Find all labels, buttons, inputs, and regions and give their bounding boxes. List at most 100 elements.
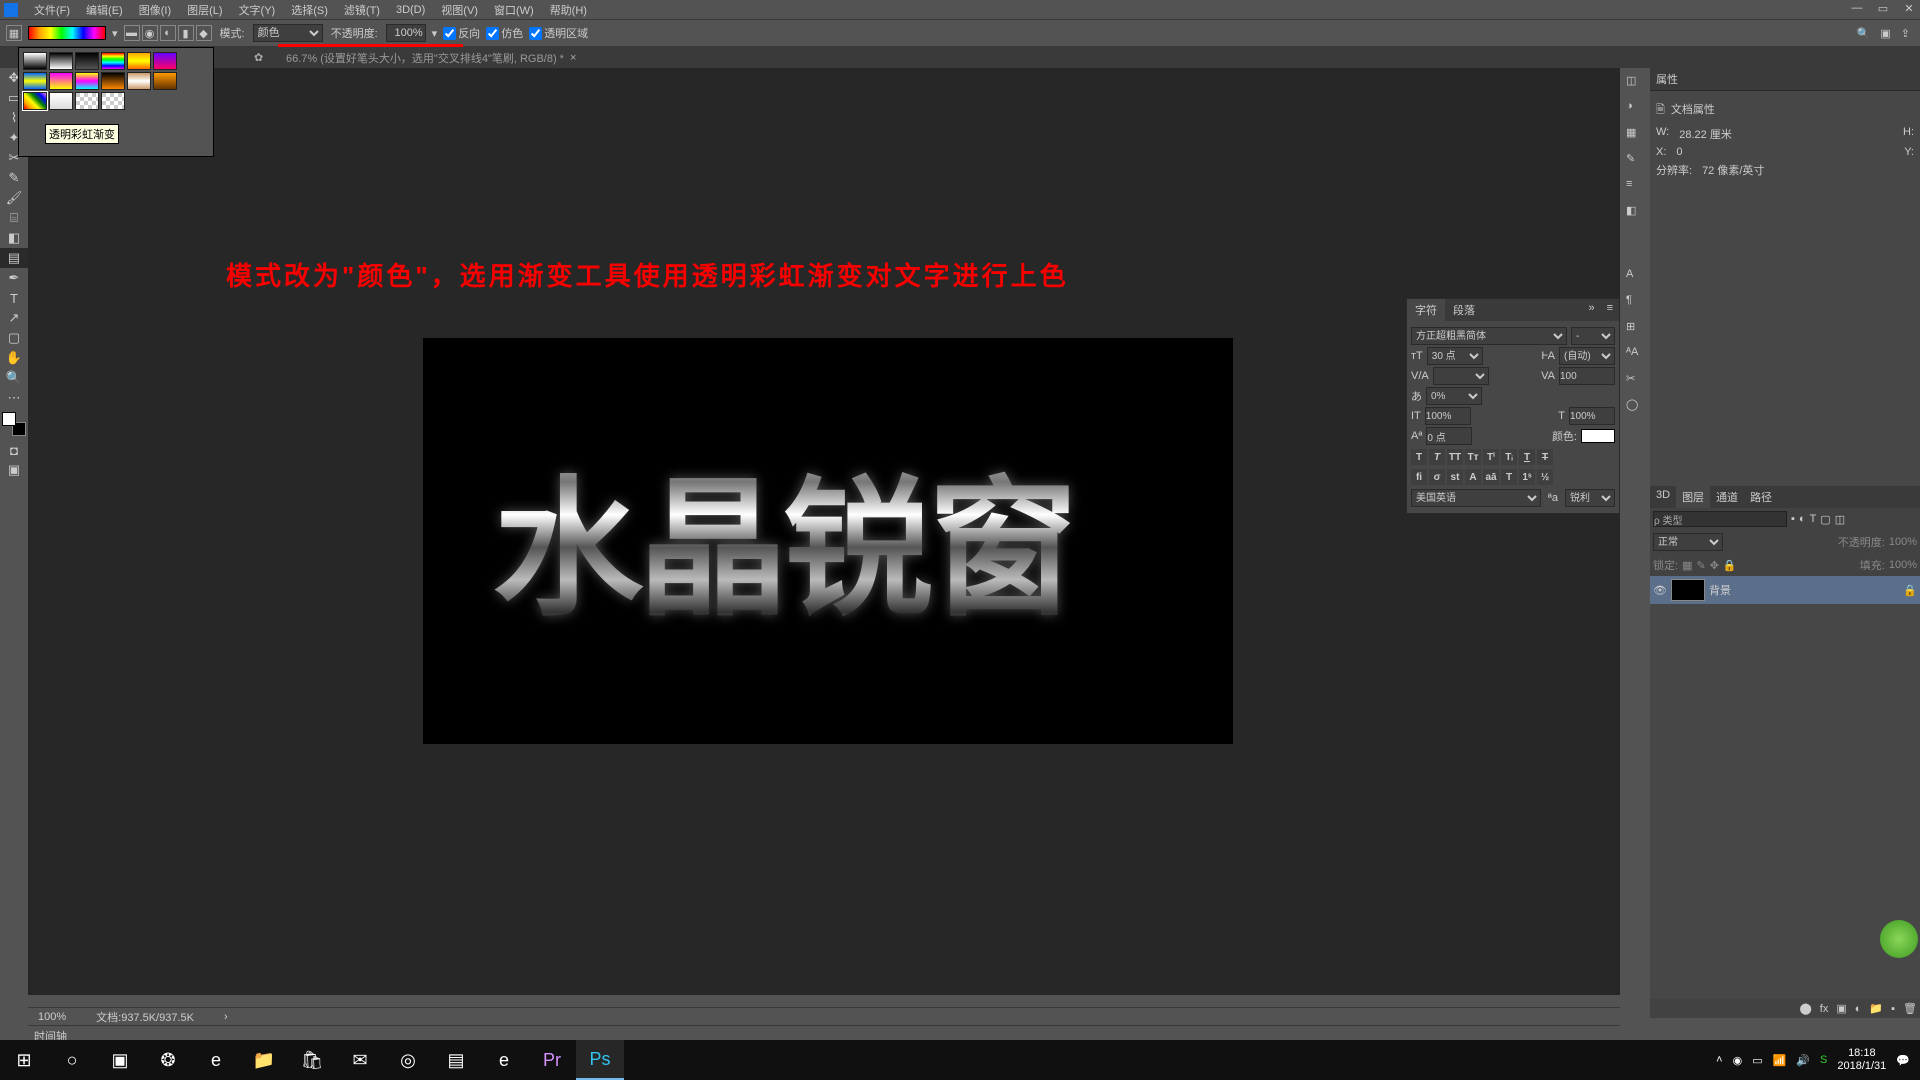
color-swatch[interactable] [2, 412, 26, 436]
half-button[interactable]: ½ [1537, 469, 1553, 485]
lock-pos-icon[interactable]: ✥ [1710, 559, 1719, 572]
store-icon[interactable]: 🛍 [288, 1040, 336, 1080]
menu-select[interactable]: 选择(S) [283, 0, 336, 20]
gradient-picker-arrow-icon[interactable]: ▾ [112, 27, 118, 40]
quickmask-icon[interactable]: ◘ [0, 440, 28, 460]
smallcaps-button[interactable]: Tᴛ [1465, 449, 1481, 465]
zoom-level[interactable]: 100% [38, 1011, 66, 1023]
menu-view[interactable]: 视图(V) [433, 0, 486, 20]
path-tool-icon[interactable]: ↗ [0, 308, 28, 328]
window-close-icon[interactable]: ✕ [1902, 2, 1916, 15]
fx-icon[interactable]: fx [1820, 1003, 1829, 1015]
edge-icon[interactable]: e [192, 1040, 240, 1080]
font-style-select[interactable]: - [1571, 327, 1615, 345]
shift-input[interactable] [1426, 427, 1472, 445]
char-panel-icon[interactable]: A [1626, 268, 1644, 286]
transparency-checkbox[interactable]: 透明区域 [529, 25, 588, 41]
preset-swatch[interactable] [153, 72, 177, 90]
history-panel-icon[interactable]: ◫ [1626, 74, 1644, 92]
tray-clock[interactable]: 18:182018/1/31 [1837, 1047, 1886, 1073]
assistant-badge-icon[interactable] [1880, 920, 1918, 958]
document-tab[interactable]: 66.7% (设置好笔头大小，选用"交叉排线4"笔刷, RGB/8) * × [280, 50, 582, 66]
search-icon[interactable]: 🔍 [1857, 27, 1871, 40]
tray-battery-icon[interactable]: ▭ [1752, 1054, 1762, 1067]
gradient-preview[interactable] [28, 26, 106, 40]
preset-swatch[interactable] [127, 72, 151, 90]
language-select[interactable]: 美国英语 [1411, 489, 1541, 507]
filter-type-icon[interactable]: T [1810, 513, 1817, 525]
super-button[interactable]: Tⁱ [1483, 449, 1499, 465]
window-minimize-icon[interactable]: — [1850, 2, 1864, 15]
leading-select[interactable]: (自动) [1559, 347, 1615, 365]
preset-swatch[interactable] [101, 52, 125, 70]
taskbar-app-2[interactable]: ▤ [432, 1040, 480, 1080]
group-icon[interactable]: 📁 [1869, 1002, 1883, 1015]
vscale-input[interactable] [1425, 407, 1471, 425]
tab-paths[interactable]: 路径 [1744, 486, 1778, 508]
tray-notifications-icon[interactable]: 💬 [1896, 1054, 1910, 1067]
browser360-icon[interactable]: ◎ [384, 1040, 432, 1080]
preset-swatch[interactable] [23, 72, 47, 90]
diamond-gradient-icon[interactable]: ◆ [196, 25, 212, 41]
mail-icon[interactable]: ✉ [336, 1040, 384, 1080]
cc-panel-icon[interactable]: ◯ [1626, 398, 1644, 416]
menu-filter[interactable]: 滤镜(T) [336, 0, 388, 20]
tab-3d[interactable]: 3D [1650, 486, 1676, 508]
preset-swatch[interactable] [49, 52, 73, 70]
tab-paragraph[interactable]: 段落 [1445, 299, 1483, 321]
allcaps-button[interactable]: TT [1447, 449, 1463, 465]
styles-panel-icon[interactable]: ◧ [1626, 204, 1644, 222]
font-family-select[interactable]: 方正超粗黑简体 [1411, 327, 1567, 345]
premiere-icon[interactable]: Pr [528, 1040, 576, 1080]
swatches-panel-icon[interactable]: ▦ [1626, 126, 1644, 144]
eraser-tool-icon[interactable]: ◧ [0, 228, 28, 248]
st-button[interactable]: st [1447, 469, 1463, 485]
ad-button[interactable]: aā [1483, 469, 1499, 485]
preset-swatch[interactable] [75, 92, 99, 110]
panel-gear-icon[interactable]: ✿ [254, 51, 263, 64]
sub-button[interactable]: Tᵢ [1501, 449, 1517, 465]
menu-type[interactable]: 文字(Y) [231, 0, 284, 20]
gradient-tool-icon[interactable]: ▦ [6, 25, 22, 41]
taskview-icon[interactable]: ▣ [96, 1040, 144, 1080]
photoshop-icon[interactable]: Ps [576, 1040, 624, 1080]
brushes-panel-icon[interactable]: ✎ [1626, 152, 1644, 170]
para-panel-icon[interactable]: ¶ [1626, 294, 1644, 312]
menu-file[interactable]: 文件(F) [26, 0, 78, 20]
lock-all-icon[interactable]: 🔒 [1723, 559, 1737, 572]
share-icon[interactable]: ⇪ [1901, 27, 1910, 40]
status-arrow-icon[interactable]: › [224, 1011, 228, 1023]
radial-gradient-icon[interactable]: ◉ [142, 25, 158, 41]
cortana-icon[interactable]: ○ [48, 1040, 96, 1080]
a2-panel-icon[interactable]: ᴬA [1626, 346, 1644, 364]
hscale-input[interactable] [1569, 407, 1615, 425]
filter-smart-icon[interactable]: ◫ [1835, 513, 1845, 526]
angle-gradient-icon[interactable]: ◐ [160, 25, 176, 41]
panel-menu-icon[interactable]: ≡ [1601, 299, 1619, 321]
layer-row-background[interactable]: 👁 背景 🔒 [1650, 576, 1920, 604]
fi-button[interactable]: fi [1411, 469, 1427, 485]
link-layers-icon[interactable]: ⬤ [1799, 1002, 1811, 1015]
o-button[interactable]: σ [1429, 469, 1445, 485]
shape-tool-icon[interactable]: ▢ [0, 328, 28, 348]
explorer-icon[interactable]: 📁 [240, 1040, 288, 1080]
preset-swatch[interactable] [127, 52, 151, 70]
mode-select[interactable]: 颜色 [253, 24, 323, 42]
preset-swatch[interactable] [49, 92, 73, 110]
character-panel[interactable]: 字符 段落 » ≡ 方正超粗黑简体- тT30 点ⱵA(自动) V/AVA あ0… [1406, 298, 1620, 514]
color-panel-icon[interactable]: ◑ [1626, 100, 1644, 118]
menu-3d[interactable]: 3D(D) [388, 2, 433, 18]
mask-icon[interactable]: ▣ [1836, 1002, 1846, 1015]
delete-layer-icon[interactable]: 🗑 [1903, 1002, 1917, 1015]
menu-help[interactable]: 帮助(H) [542, 0, 595, 20]
underline-button[interactable]: T [1519, 449, 1535, 465]
eyedropper-tool-icon[interactable]: ✎ [0, 168, 28, 188]
type-tool-icon[interactable]: T [0, 288, 28, 308]
start-button[interactable]: ⊞ [0, 1040, 48, 1080]
screenmode-icon[interactable]: ▣ [0, 460, 28, 480]
menu-layer[interactable]: 图层(L) [179, 0, 230, 20]
more-tools-icon[interactable]: ⋯ [0, 388, 28, 408]
menu-image[interactable]: 图像(I) [131, 0, 179, 20]
tab-channels[interactable]: 通道 [1710, 486, 1744, 508]
tray-wifi-icon[interactable]: 📶 [1773, 1054, 1787, 1067]
